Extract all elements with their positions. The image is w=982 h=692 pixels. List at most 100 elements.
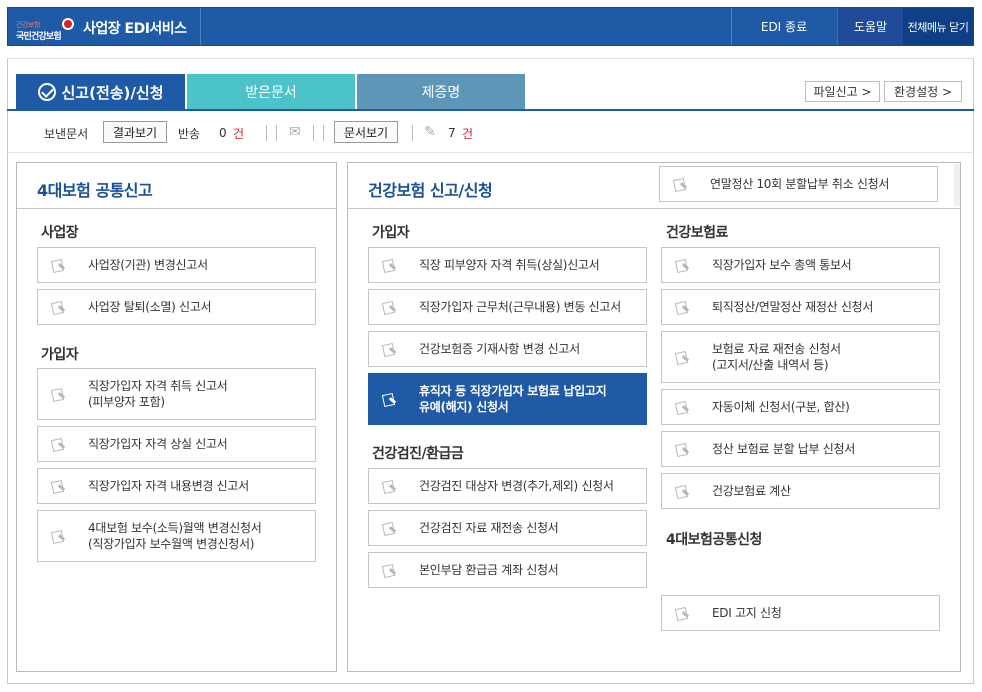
panel-title-line	[348, 208, 960, 209]
item-label: 직장가입자 자격 내용변경 신고서	[88, 479, 249, 493]
document-edit-icon	[674, 606, 690, 622]
list-item[interactable]: 퇴직정산/연말정산 재정산 신청서	[661, 289, 940, 325]
tabs-underline	[7, 109, 974, 111]
item-label: 직장가입자 자격 취득 신고서 (피부양자 포함)	[88, 379, 228, 409]
doc-count: 7	[448, 126, 456, 140]
document-edit-icon	[381, 392, 397, 408]
section-title-premium: 건강보험료	[666, 225, 728, 241]
view-results-button[interactable]: 결과보기	[103, 121, 167, 143]
item-label: 직장가입자 자격 상실 신고서	[88, 437, 228, 451]
returned-label: 반송	[178, 126, 201, 141]
section-title-workplace: 사업장	[41, 225, 79, 241]
document-edit-icon	[672, 177, 688, 193]
document-edit-icon	[674, 258, 690, 274]
document-edit-icon	[381, 479, 397, 495]
list-item[interactable]: 건강검진 자료 재전송 신청서	[368, 510, 647, 546]
document-edit-icon	[381, 521, 397, 537]
tab-certificates[interactable]: 제증명	[357, 74, 525, 110]
list-item[interactable]: 보험료 자료 재전송 신청서 (고지서/산출 내역서 등)	[661, 331, 940, 383]
returned-count: 0	[219, 126, 227, 140]
view-docs-button[interactable]: 문서보기	[334, 121, 398, 143]
document-edit-icon	[381, 258, 397, 274]
installment-cancel-item[interactable]: 연말정산 10회 분할납부 취소 신청서	[659, 166, 938, 202]
item-label: 자동이체 신청서(구분, 합산)	[712, 400, 850, 414]
item-label: 4대보험 보수(소득)월액 변경신청서 (직장가입자 보수월액 변경신청서)	[88, 521, 262, 551]
item-label: 직장가입자 보수 총액 통보서	[712, 258, 852, 272]
section-title-subscriber: 가입자	[372, 225, 410, 241]
mail-icon[interactable]: ✉	[289, 124, 303, 140]
item-label: 퇴직정산/연말정산 재정산 신청서	[712, 300, 874, 314]
list-item[interactable]: 직장가입자 자격 내용변경 신고서	[37, 468, 316, 504]
divider	[323, 125, 324, 141]
document-edit-icon	[50, 529, 66, 545]
item-label: 정산 보험료 분할 납부 신청서	[712, 442, 855, 456]
document-edit-icon	[674, 442, 690, 458]
health-insurance-panel: 건강보험 신고/신청 연말정산 10회 분할납부 취소 신청서 가입자 직장 피…	[347, 162, 961, 672]
item-label: 건강검진 자료 재전송 신청서	[419, 521, 559, 535]
list-item[interactable]: 사업장(기관) 변경신고서	[37, 247, 316, 283]
file-report-button[interactable]: 파일신고 >	[805, 81, 880, 102]
divider	[200, 8, 201, 45]
document-edit-icon	[381, 563, 397, 579]
list-item[interactable]: 직장가입자 자격 취득 신고서 (피부양자 포함)	[37, 368, 316, 420]
close-all-menu-button[interactable]: 전체메뉴 닫기	[903, 8, 973, 45]
check-circle-icon	[37, 83, 56, 101]
panel-title: 건강보험 신고/신청	[368, 181, 493, 200]
edi-exit-button[interactable]: EDI 종료	[731, 8, 837, 45]
item-label: 사업장(기관) 변경신고서	[88, 258, 208, 272]
panel-title-line	[17, 208, 336, 209]
returned-unit: 건	[233, 126, 245, 141]
divider	[266, 125, 267, 141]
app-title: 사업장 EDI서비스	[83, 21, 187, 37]
settings-button[interactable]: 환경설정 >	[884, 81, 962, 102]
document-edit-icon	[50, 437, 66, 453]
scroll-area	[954, 164, 960, 206]
frame-top-line	[7, 58, 974, 59]
item-label: 본인부담 환급금 계좌 신청서	[419, 563, 559, 577]
list-item[interactable]: 사업장 탈퇴(소멸) 신고서	[37, 289, 316, 325]
section-title-common-application: 4대보험공통신청	[666, 532, 762, 548]
item-label: 직장가입자 근무처(근무내용) 변동 신고서	[419, 300, 621, 314]
section-title-subscriber: 가입자	[41, 347, 79, 363]
doc-unit: 건	[462, 126, 474, 141]
logo-name: 국민건강보험	[16, 32, 62, 42]
list-item[interactable]: 건강보험료 계산	[661, 473, 940, 509]
document-edit-icon	[674, 484, 690, 500]
tab-received-docs[interactable]: 받은문서	[187, 74, 355, 110]
list-item[interactable]: EDI 고지 신청	[661, 595, 940, 631]
list-item[interactable]: 본인부담 환급금 계좌 신청서	[368, 552, 647, 588]
help-button[interactable]: 도움말	[837, 8, 903, 45]
document-edit-icon	[674, 350, 690, 366]
document-edit-icon	[50, 479, 66, 495]
list-item[interactable]: 4대보험 보수(소득)월액 변경신청서 (직장가입자 보수월액 변경신청서)	[37, 510, 316, 562]
document-edit-icon	[50, 258, 66, 274]
separator	[7, 152, 974, 153]
list-item[interactable]: 직장가입자 자격 상실 신고서	[37, 426, 316, 462]
list-item[interactable]: 정산 보험료 분할 납부 신청서	[661, 431, 940, 467]
document-edit-icon	[50, 387, 66, 403]
common-insurance-panel: 4대보험 공통신고 사업장 사업장(기관) 변경신고서 사업장 탈퇴(소멸) 신…	[16, 162, 337, 672]
nhis-logo[interactable]: 건강보험 국민건강보험	[16, 16, 76, 42]
list-item[interactable]: 직장가입자 근무처(근무내용) 변동 신고서	[368, 289, 647, 325]
item-label: 보험료 자료 재전송 신청서 (고지서/산출 내역서 등)	[712, 342, 841, 372]
list-item-selected[interactable]: 휴직자 등 직장가입자 보험료 납입고지 유예(해지) 신청서	[368, 373, 647, 425]
panel-title: 4대보험 공통신고	[37, 181, 153, 200]
top-bar: 건강보험 국민건강보험 사업장 EDI서비스 EDI 종료 도움말 전체메뉴 닫…	[7, 7, 974, 46]
sent-docs-label: 보낸문서	[44, 126, 89, 141]
list-item[interactable]: 직장 피부양자 자격 취득(상실)신고서	[368, 247, 647, 283]
item-label: 휴직자 등 직장가입자 보험료 납입고지 유예(해지) 신청서	[419, 384, 607, 414]
tab-report-send[interactable]: 신고(전송)/신청	[16, 74, 185, 110]
list-item[interactable]: 자동이체 신청서(구분, 합산)	[661, 389, 940, 425]
section-title-checkup: 건강검진/환급금	[372, 446, 464, 462]
divider	[412, 125, 413, 141]
item-label: EDI 고지 신청	[712, 606, 782, 620]
list-item[interactable]: 건강검진 대상자 변경(추가,제외) 신청서	[368, 468, 647, 504]
document-edit-icon	[381, 300, 397, 316]
list-item[interactable]: 직장가입자 보수 총액 통보서	[661, 247, 940, 283]
document-edit-icon	[674, 300, 690, 316]
list-item[interactable]: 건강보험증 기재사항 변경 신고서	[368, 331, 647, 367]
tab-label: 신고(전송)/신청	[61, 83, 164, 102]
item-label: 사업장 탈퇴(소멸) 신고서	[88, 300, 212, 314]
item-label: 연말정산 10회 분할납부 취소 신청서	[710, 177, 890, 191]
item-label: 건강검진 대상자 변경(추가,제외) 신청서	[419, 479, 614, 493]
